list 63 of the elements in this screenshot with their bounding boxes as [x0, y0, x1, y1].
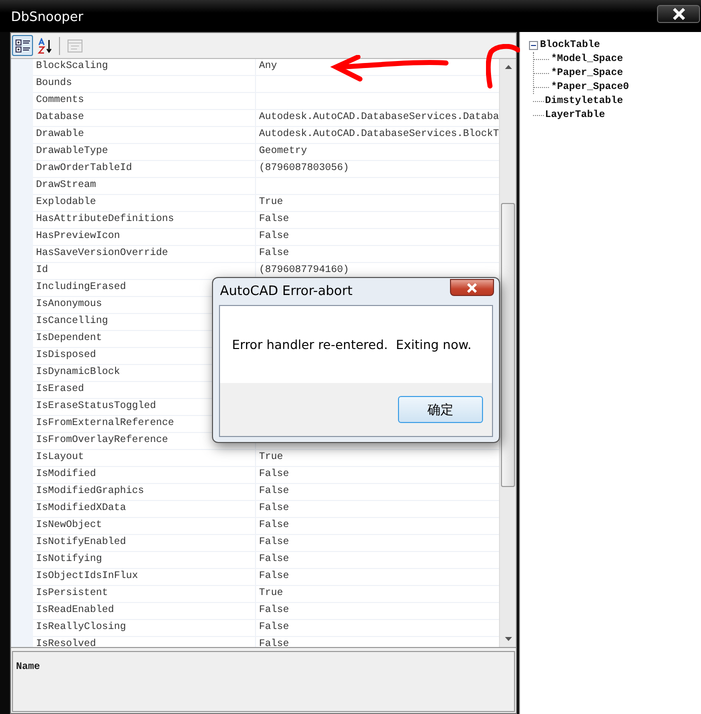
close-button[interactable]	[450, 279, 494, 296]
property-name: Drawable	[33, 127, 256, 144]
property-value: False	[259, 486, 290, 497]
close-button[interactable]	[657, 5, 700, 23]
categorized-button[interactable]	[12, 35, 33, 56]
property-value: False	[259, 520, 290, 531]
window-title: DbSnooper	[11, 10, 84, 25]
property-name: HasSaveVersionOverride	[33, 246, 256, 263]
property-name: IsReallyClosing	[33, 620, 256, 637]
tree-item[interactable]: *Paper_Space0	[551, 82, 630, 92]
property-name: IsLayout	[33, 450, 256, 467]
property-name: BlockScaling	[33, 59, 256, 76]
property-name: Bounds	[33, 76, 256, 93]
tree-item[interactable]: *Model_Space	[551, 54, 624, 64]
property-name: DrawableType	[33, 144, 256, 161]
property-value: False	[259, 214, 290, 225]
property-name: HasAttributeDefinitions	[33, 212, 256, 229]
tree-item[interactable]: LayerTable	[545, 110, 606, 120]
property-value: False	[259, 554, 290, 565]
property-name: IsReadEnabled	[33, 603, 256, 620]
annotation-circle-drawing	[486, 44, 520, 90]
property-name: IsModifiedXData	[33, 501, 256, 518]
property-name: Explodable	[33, 195, 256, 212]
property-value: False	[259, 622, 290, 633]
property-value: (8796087794160)	[259, 265, 350, 276]
property-value: True	[259, 452, 284, 463]
property-name: IsNotifying	[33, 552, 256, 569]
collapse-icon[interactable]	[529, 40, 538, 50]
property-value: Autodesk.AutoCAD.DatabaseServices.Databa	[259, 112, 499, 123]
tree-item[interactable]: *Paper_Space	[551, 68, 624, 78]
property-value: False	[259, 571, 290, 582]
property-value: False	[259, 469, 290, 480]
scrollbar[interactable]	[499, 59, 516, 647]
property-value: Geometry	[259, 146, 308, 157]
property-value: False	[259, 537, 290, 548]
property-value: False	[259, 248, 290, 259]
property-name: IsModifiedGraphics	[33, 484, 256, 501]
property-value: False	[259, 639, 290, 647]
property-value: False	[259, 605, 290, 616]
property-name: DrawOrderTableId	[33, 161, 256, 178]
tree-item[interactable]: BlockTable	[540, 40, 600, 50]
scroll-thumb[interactable]	[501, 203, 515, 487]
close-icon	[672, 8, 686, 20]
property-name: DrawStream	[33, 178, 256, 195]
property-name: Comments	[33, 93, 256, 110]
property-name: HasPreviewIcon	[33, 229, 256, 246]
property-name: IsPersistent	[33, 586, 256, 603]
property-name: IsObjectIdsInFlux	[33, 569, 256, 586]
property-name: Database	[33, 110, 256, 127]
property-value: Autodesk.AutoCAD.DatabaseServices.BlockT	[259, 129, 499, 140]
property-name: IsNotifyEnabled	[33, 535, 256, 552]
property-value: True	[259, 588, 284, 599]
property-value: Any	[259, 61, 278, 72]
property-value: False	[259, 231, 290, 242]
property-name: IsNewObject	[33, 518, 256, 535]
description-title: Name	[16, 662, 40, 673]
close-icon	[466, 282, 478, 292]
property-name: IsModified	[33, 467, 256, 484]
tree-item[interactable]: Dimstyletable	[545, 96, 624, 106]
property-value: (8796087803056)	[259, 163, 350, 174]
property-value: False	[259, 503, 290, 514]
ok-button[interactable]: 确定	[398, 396, 483, 423]
property-value: True	[259, 197, 284, 208]
